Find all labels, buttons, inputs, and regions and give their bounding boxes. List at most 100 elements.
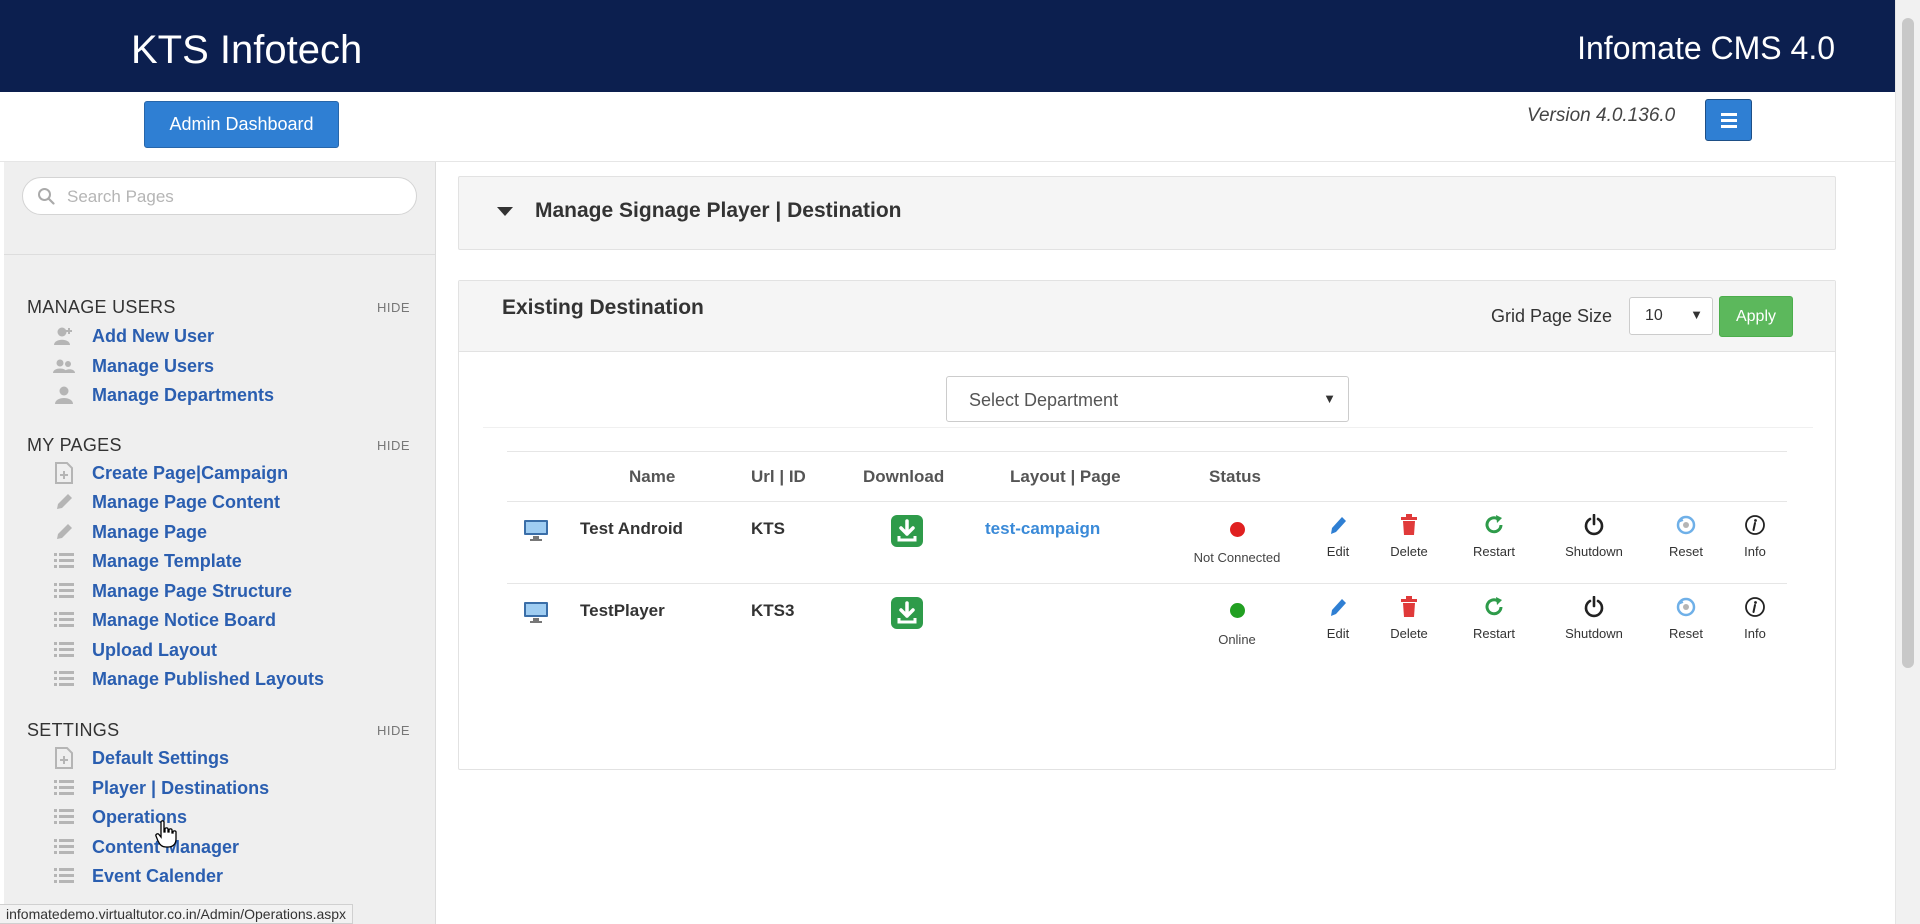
sub-header: Admin Dashboard Version 4.0.136.0 bbox=[0, 92, 1895, 162]
brand-title: KTS Infotech bbox=[131, 28, 363, 72]
sidebar-item-manage-page-content[interactable]: Manage Page Content bbox=[52, 489, 280, 515]
hand-cursor-icon bbox=[155, 820, 177, 848]
info-label: Info bbox=[1744, 626, 1766, 641]
sidebar-item-add-new-user[interactable]: Add New User bbox=[52, 323, 214, 349]
page-add-icon bbox=[52, 462, 76, 484]
player-url-id: KTS3 bbox=[751, 601, 795, 620]
search-icon bbox=[38, 188, 55, 205]
player-url-id: KTS bbox=[751, 519, 785, 538]
sidebar-item-label: Manage Notice Board bbox=[92, 609, 277, 630]
list-icon bbox=[52, 550, 76, 572]
power-icon bbox=[1582, 595, 1606, 619]
hide-settings-link[interactable]: HIDE bbox=[377, 723, 410, 738]
sidebar-item-create-page-campaign[interactable]: Create Page|Campaign bbox=[52, 460, 288, 486]
apply-button[interactable]: Apply bbox=[1719, 296, 1793, 337]
delete-label: Delete bbox=[1390, 626, 1428, 641]
search-box[interactable] bbox=[22, 177, 417, 215]
restart-button[interactable]: Restart bbox=[1449, 595, 1539, 641]
grid-page-size-label: Grid Page Size bbox=[1491, 306, 1613, 326]
info-button[interactable]: Info bbox=[1710, 595, 1800, 641]
list-icon bbox=[52, 777, 76, 799]
section-title-manage-users: MANAGE USERS bbox=[27, 297, 176, 317]
product-title: Infomate CMS 4.0 bbox=[1577, 30, 1835, 66]
shutdown-label: Shutdown bbox=[1565, 626, 1623, 641]
sidebar-item-manage-page-structure[interactable]: Manage Page Structure bbox=[52, 578, 292, 604]
sidebar-item-default-settings[interactable]: Default Settings bbox=[52, 745, 229, 771]
hide-my-pages-link[interactable]: HIDE bbox=[377, 438, 410, 453]
reset-label: Reset bbox=[1669, 626, 1703, 641]
edit-icon bbox=[1326, 513, 1350, 537]
sidebar-item-label: Manage Published Layouts bbox=[92, 668, 325, 689]
sidebar-item-label: Create Page|Campaign bbox=[92, 462, 289, 483]
grid-page-size-select[interactable]: 10 ▼ bbox=[1629, 297, 1713, 335]
scrollbar-thumb[interactable] bbox=[1902, 18, 1914, 668]
player-name: Test Android bbox=[580, 519, 683, 538]
department-select-value: Select Department bbox=[969, 390, 1119, 410]
chevron-down-icon: ▼ bbox=[1690, 307, 1703, 322]
sidebar-item-label: Manage Departments bbox=[92, 384, 275, 405]
sidebar: MANAGE USERS HIDE Add New User Manage Us… bbox=[4, 162, 436, 924]
page-scrollbar[interactable] bbox=[1895, 0, 1920, 924]
list-icon bbox=[52, 836, 76, 858]
sidebar-item-event-calender[interactable]: Event Calender bbox=[52, 863, 223, 889]
reset-label: Reset bbox=[1669, 544, 1703, 559]
column-header-url-id: Url | ID bbox=[751, 467, 806, 486]
download-icon[interactable] bbox=[891, 515, 923, 547]
sidebar-item-content-manager[interactable]: Content Manager bbox=[52, 834, 239, 860]
sidebar-item-player-destinations[interactable]: Player | Destinations bbox=[52, 775, 269, 801]
edit-label: Edit bbox=[1326, 626, 1350, 641]
search-input[interactable] bbox=[67, 184, 397, 210]
status-text: Online bbox=[1218, 632, 1256, 647]
refresh-icon bbox=[1482, 513, 1506, 537]
sidebar-divider bbox=[4, 254, 435, 255]
column-header-status: Status bbox=[1209, 467, 1261, 486]
restart-label: Restart bbox=[1473, 544, 1515, 559]
top-header: KTS Infotech Infomate CMS 4.0 bbox=[0, 0, 1895, 92]
list-icon bbox=[52, 668, 76, 690]
info-button[interactable]: Info bbox=[1710, 513, 1800, 559]
refresh-icon bbox=[1482, 595, 1506, 619]
users-icon bbox=[52, 355, 76, 377]
shutdown-button[interactable]: Shutdown bbox=[1549, 595, 1639, 641]
sidebar-item-label: Upload Layout bbox=[92, 639, 217, 660]
column-header-download: Download bbox=[863, 467, 945, 486]
department-select[interactable]: Select Department ▼ bbox=[946, 376, 1349, 422]
page-add-icon bbox=[52, 747, 76, 769]
shutdown-button[interactable]: Shutdown bbox=[1549, 513, 1639, 559]
user-icon bbox=[52, 384, 76, 406]
sidebar-item-manage-notice-board[interactable]: Manage Notice Board bbox=[52, 607, 276, 633]
existing-destination-header: Existing Destination Grid Page Size 10 ▼… bbox=[459, 281, 1835, 352]
list-icon bbox=[1720, 112, 1737, 116]
delete-button[interactable]: Delete bbox=[1364, 513, 1454, 559]
monitor-icon bbox=[524, 602, 548, 623]
shutdown-label: Shutdown bbox=[1565, 544, 1623, 559]
admin-dashboard-button[interactable]: Admin Dashboard bbox=[144, 101, 339, 148]
table-row-border bbox=[507, 501, 1787, 502]
sidebar-item-label: Manage Page bbox=[92, 521, 208, 542]
sidebar-item-label: Player | Destinations bbox=[92, 777, 270, 798]
status-indicator bbox=[1230, 522, 1245, 537]
hide-manage-users-link[interactable]: HIDE bbox=[377, 300, 410, 315]
monitor-icon bbox=[524, 520, 548, 541]
menu-toggle-button[interactable] bbox=[1705, 99, 1752, 141]
sidebar-item-manage-departments[interactable]: Manage Departments bbox=[52, 382, 274, 408]
trash-icon bbox=[1397, 513, 1421, 537]
delete-button[interactable]: Delete bbox=[1364, 595, 1454, 641]
restart-label: Restart bbox=[1473, 626, 1515, 641]
sidebar-item-manage-page[interactable]: Manage Page bbox=[52, 519, 207, 545]
sidebar-item-manage-published-layouts[interactable]: Manage Published Layouts bbox=[52, 666, 324, 692]
panel-title: Manage Signage Player | Destination bbox=[535, 199, 902, 222]
restart-button[interactable]: Restart bbox=[1449, 513, 1539, 559]
sidebar-item-label: Manage Users bbox=[92, 355, 215, 376]
download-icon[interactable] bbox=[891, 597, 923, 629]
layout-page-link[interactable]: test-campaign bbox=[985, 519, 1100, 539]
sidebar-item-upload-layout[interactable]: Upload Layout bbox=[52, 637, 217, 663]
sidebar-item-manage-users[interactable]: Manage Users bbox=[52, 353, 214, 379]
user-add-icon bbox=[52, 325, 76, 347]
delete-label: Delete bbox=[1390, 544, 1428, 559]
column-header-layout-page: Layout | Page bbox=[1010, 467, 1121, 486]
collapse-caret-icon[interactable] bbox=[497, 207, 513, 216]
sidebar-item-manage-template[interactable]: Manage Template bbox=[52, 548, 242, 574]
sidebar-item-label: Event Calender bbox=[92, 865, 224, 886]
column-header-name: Name bbox=[629, 467, 676, 486]
